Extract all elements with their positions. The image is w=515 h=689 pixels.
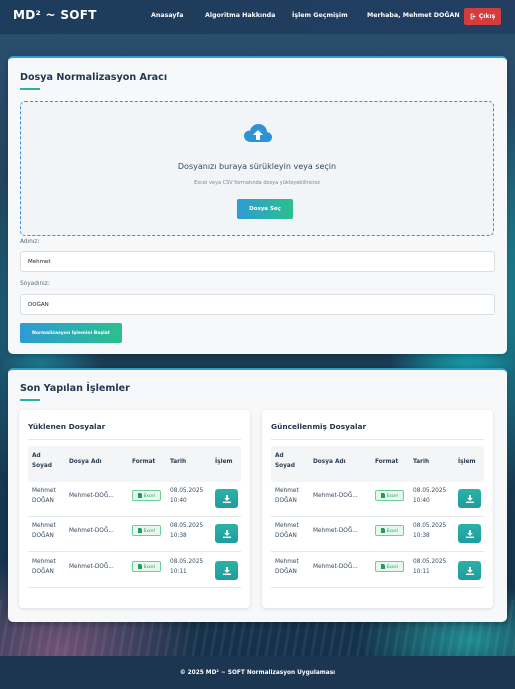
table-cell-time: 10:11 [413,569,430,575]
row-divider [271,516,484,517]
format-badge: Excel [375,561,404,572]
column-header-format: Format [375,459,399,465]
row-divider [271,551,484,552]
column-header-file: Dosya Adı [69,459,102,465]
table-cell-time: 10:38 [170,533,187,539]
column-header-name: Ad Soyad [275,453,295,469]
title-underline [20,399,40,401]
footer-text: © 2025 MD² ~ SOFT Normalizasyon Uygulama… [179,669,336,676]
table-cell-time: 10:40 [413,498,430,504]
file-excel-icon [381,493,386,498]
download-button[interactable] [215,561,238,580]
file-dropzone[interactable]: Dosyanızı buraya sürükleyin veya seçin E… [20,101,494,236]
column-header-action: İşlem [458,459,476,465]
table-cell-name: Mehmet DOĞAN [32,523,56,539]
table-cell-file[interactable]: Mehmet-DOĞ... [313,491,358,501]
download-icon [222,494,231,503]
user-greeting: Merhaba, Mehmet DOĞAN [367,12,460,19]
download-button[interactable] [458,561,481,580]
row-divider [28,551,241,552]
dropzone-title: Dosyanızı buraya sürükleyin veya seçin [177,162,337,171]
cloud-upload-icon [244,124,272,142]
table-cell-date: 08.05.2025 [170,523,204,529]
updated-files-panel: Güncellenmiş Dosyalar Ad Soyad Dosya Adı… [262,410,493,608]
divider [271,439,484,440]
format-badge: Excel [132,490,161,501]
divider [28,439,241,440]
column-header-file: Dosya Adı [313,459,346,465]
format-badge: Excel [132,561,161,572]
table-cell-name: Mehmet DOĞAN [275,523,299,539]
uploaded-files-title: Yüklenen Dosyalar [28,422,106,431]
table-cell-date: 08.05.2025 [413,523,447,529]
format-badge: Excel [375,490,404,501]
recent-card-title: Son Yapılan İşlemler [20,383,130,394]
table-cell-time: 10:40 [170,498,187,504]
download-icon [222,529,231,538]
uploaded-files-panel: Yüklenen Dosyalar Ad Soyad Dosya Adı For… [19,410,250,608]
download-icon [465,566,474,575]
table-cell-file[interactable]: Mehmet-DOĞ... [313,526,358,536]
upload-card: Dosya Normalizasyon Aracı Dosyanızı bura… [8,56,507,354]
format-badge: Excel [132,525,161,536]
file-excel-icon [138,528,143,533]
nav-link-home[interactable]: Anasayfa [151,12,184,19]
column-header-date: Tarih [170,459,187,465]
table-cell-file[interactable]: Mehmet-DOĞ... [69,526,114,536]
table-cell-file[interactable]: Mehmet-DOĞ... [313,562,358,572]
sign-out-icon [470,13,476,20]
row-divider [28,516,241,517]
first-name-label: Adınız: [20,239,40,245]
nav-link-history[interactable]: İşlem Geçmişim [292,12,348,19]
download-icon [465,494,474,503]
file-excel-icon [381,528,386,533]
table-cell-name: Mehmet DOĞAN [32,488,56,504]
table-cell-time: 10:11 [170,569,187,575]
download-button[interactable] [458,524,481,543]
table-cell-date: 08.05.2025 [170,559,204,565]
table-cell-name: Mehmet DOĞAN [275,488,299,504]
table-cell-date: 08.05.2025 [413,559,447,565]
table-cell-name: Mehmet DOĞAN [275,559,299,575]
nav-link-algorithm[interactable]: Algoritma Hakkında [205,12,275,19]
download-icon [465,529,474,538]
file-excel-icon [138,493,143,498]
last-name-label: Soyadınız: [20,281,50,287]
dropzone-hint: Excel veya CSV formatında dosya yükleyeb… [194,180,320,186]
row-divider [271,587,484,588]
format-badge: Excel [375,525,404,536]
table-cell-time: 10:38 [413,533,430,539]
last-name-field[interactable]: DOĞAN [20,294,495,315]
download-icon [222,566,231,575]
start-normalization-button[interactable]: Normalizasyon İşlemini Başlat [20,323,122,343]
logout-button[interactable]: Çıkış [464,8,501,25]
navbar: MD² ~ SOFT Anasayfa Algoritma Hakkında İ… [0,0,515,34]
column-header-date: Tarih [413,459,430,465]
download-button[interactable] [458,489,481,508]
updated-files-title: Güncellenmiş Dosyalar [271,422,367,431]
table-cell-name: Mehmet DOĞAN [32,559,56,575]
file-excel-icon [138,564,143,569]
column-header-format: Format [132,459,156,465]
download-button[interactable] [215,489,238,508]
first-name-field[interactable]: Mehmet [20,251,495,272]
recent-operations-card: Son Yapılan İşlemler Yüklenen Dosyalar A… [8,368,507,622]
column-header-name: Ad Soyad [32,453,52,469]
table-cell-date: 08.05.2025 [413,488,447,494]
download-button[interactable] [215,524,238,543]
table-cell-file[interactable]: Mehmet-DOĞ... [69,562,114,572]
upload-card-title: Dosya Normalizasyon Aracı [20,72,168,83]
brand-logo[interactable]: MD² ~ SOFT [13,8,97,22]
row-divider [28,587,241,588]
table-cell-date: 08.05.2025 [170,488,204,494]
choose-file-button[interactable]: Dosya Seç [237,199,293,219]
column-header-action: İşlem [215,459,233,465]
table-cell-file[interactable]: Mehmet-DOĞ... [69,491,114,501]
logout-label: Çıkış [478,13,496,20]
file-excel-icon [381,564,386,569]
footer: © 2025 MD² ~ SOFT Normalizasyon Uygulama… [0,656,515,689]
title-underline [20,88,40,90]
